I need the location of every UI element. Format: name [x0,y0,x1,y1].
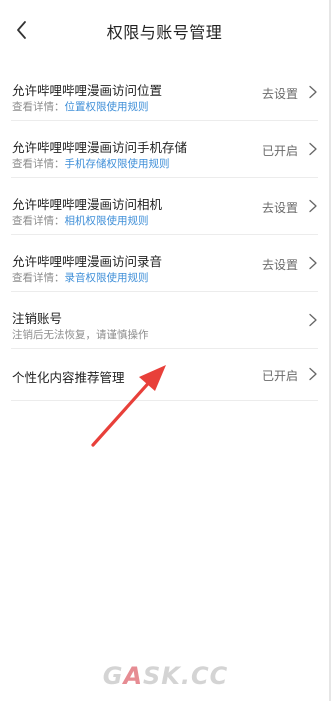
row-subtitle: 查看详情：录音权限使用规则 [12,270,149,285]
row-subtitle: 查看详情：相机权限使用规则 [12,213,149,228]
location-rules-link[interactable]: 位置权限使用规则 [65,101,149,113]
row-subtitle-prefix: 查看详情： [12,158,65,170]
chevron-right-icon [309,142,317,156]
watermark: GASK.CC [102,662,229,690]
storage-rules-link[interactable]: 手机存储权限使用规则 [65,158,170,170]
row-subtitle: 查看详情：手机存储权限使用规则 [12,156,170,171]
row-title: 允许哔哩哔哩漫画访问手机存储 [12,140,188,155]
row-title: 个性化内容推荐管理 [12,370,125,385]
header-bar: 权限与账号管理 [0,0,329,62]
row-title: 允许哔哩哔哩漫画访问位置 [12,83,163,98]
chevron-right-icon [309,256,317,270]
app-screen: 权限与账号管理 允许哔哩哔哩漫画访问位置 查看详情：位置权限使用规则 去设置 允… [0,0,331,701]
chevron-right-icon [309,367,317,381]
row-title: 允许哔哩哔哩漫画访问相机 [12,197,163,212]
row-microphone-permission[interactable]: 允许哔哩哔哩漫画访问录音 查看详情：录音权限使用规则 去设置 [11,235,318,292]
microphone-rules-link[interactable]: 录音权限使用规则 [65,272,149,284]
chevron-right-icon [309,313,317,327]
row-status: 去设置 [261,201,298,215]
row-status: 去设置 [261,258,298,272]
row-storage-permission[interactable]: 允许哔哩哔哩漫画访问手机存储 查看详情：手机存储权限使用规则 已开启 [11,121,318,178]
row-subtitle: 注销后无法恢复，请谨慎操作 [12,329,149,341]
row-personalized-recommendation[interactable]: 个性化内容推荐管理 已开启 [11,349,318,401]
chevron-right-icon [309,85,317,99]
row-status: 已开启 [261,144,298,158]
row-status: 已开启 [261,369,298,383]
camera-rules-link[interactable]: 相机权限使用规则 [65,215,149,227]
row-subtitle-prefix: 查看详情： [12,101,65,113]
row-location-permission[interactable]: 允许哔哩哔哩漫画访问位置 查看详情：位置权限使用规则 去设置 [11,64,318,121]
chevron-right-icon [309,199,317,213]
row-camera-permission[interactable]: 允许哔哩哔哩漫画访问相机 查看详情：相机权限使用规则 去设置 [11,178,318,235]
row-subtitle: 查看详情：位置权限使用规则 [12,99,149,114]
row-delete-account[interactable]: 注销账号 注销后无法恢复，请谨慎操作 [11,292,318,349]
settings-list: 允许哔哩哔哩漫画访问位置 查看详情：位置权限使用规则 去设置 允许哔哩哔哩漫画访… [0,64,329,401]
row-status: 去设置 [261,87,298,101]
page-title: 权限与账号管理 [106,23,223,42]
row-subtitle-prefix: 查看详情： [12,272,65,284]
row-subtitle-prefix: 查看详情： [12,215,65,227]
row-title: 注销账号 [12,311,63,326]
row-title: 允许哔哩哔哩漫画访问录音 [12,254,163,269]
